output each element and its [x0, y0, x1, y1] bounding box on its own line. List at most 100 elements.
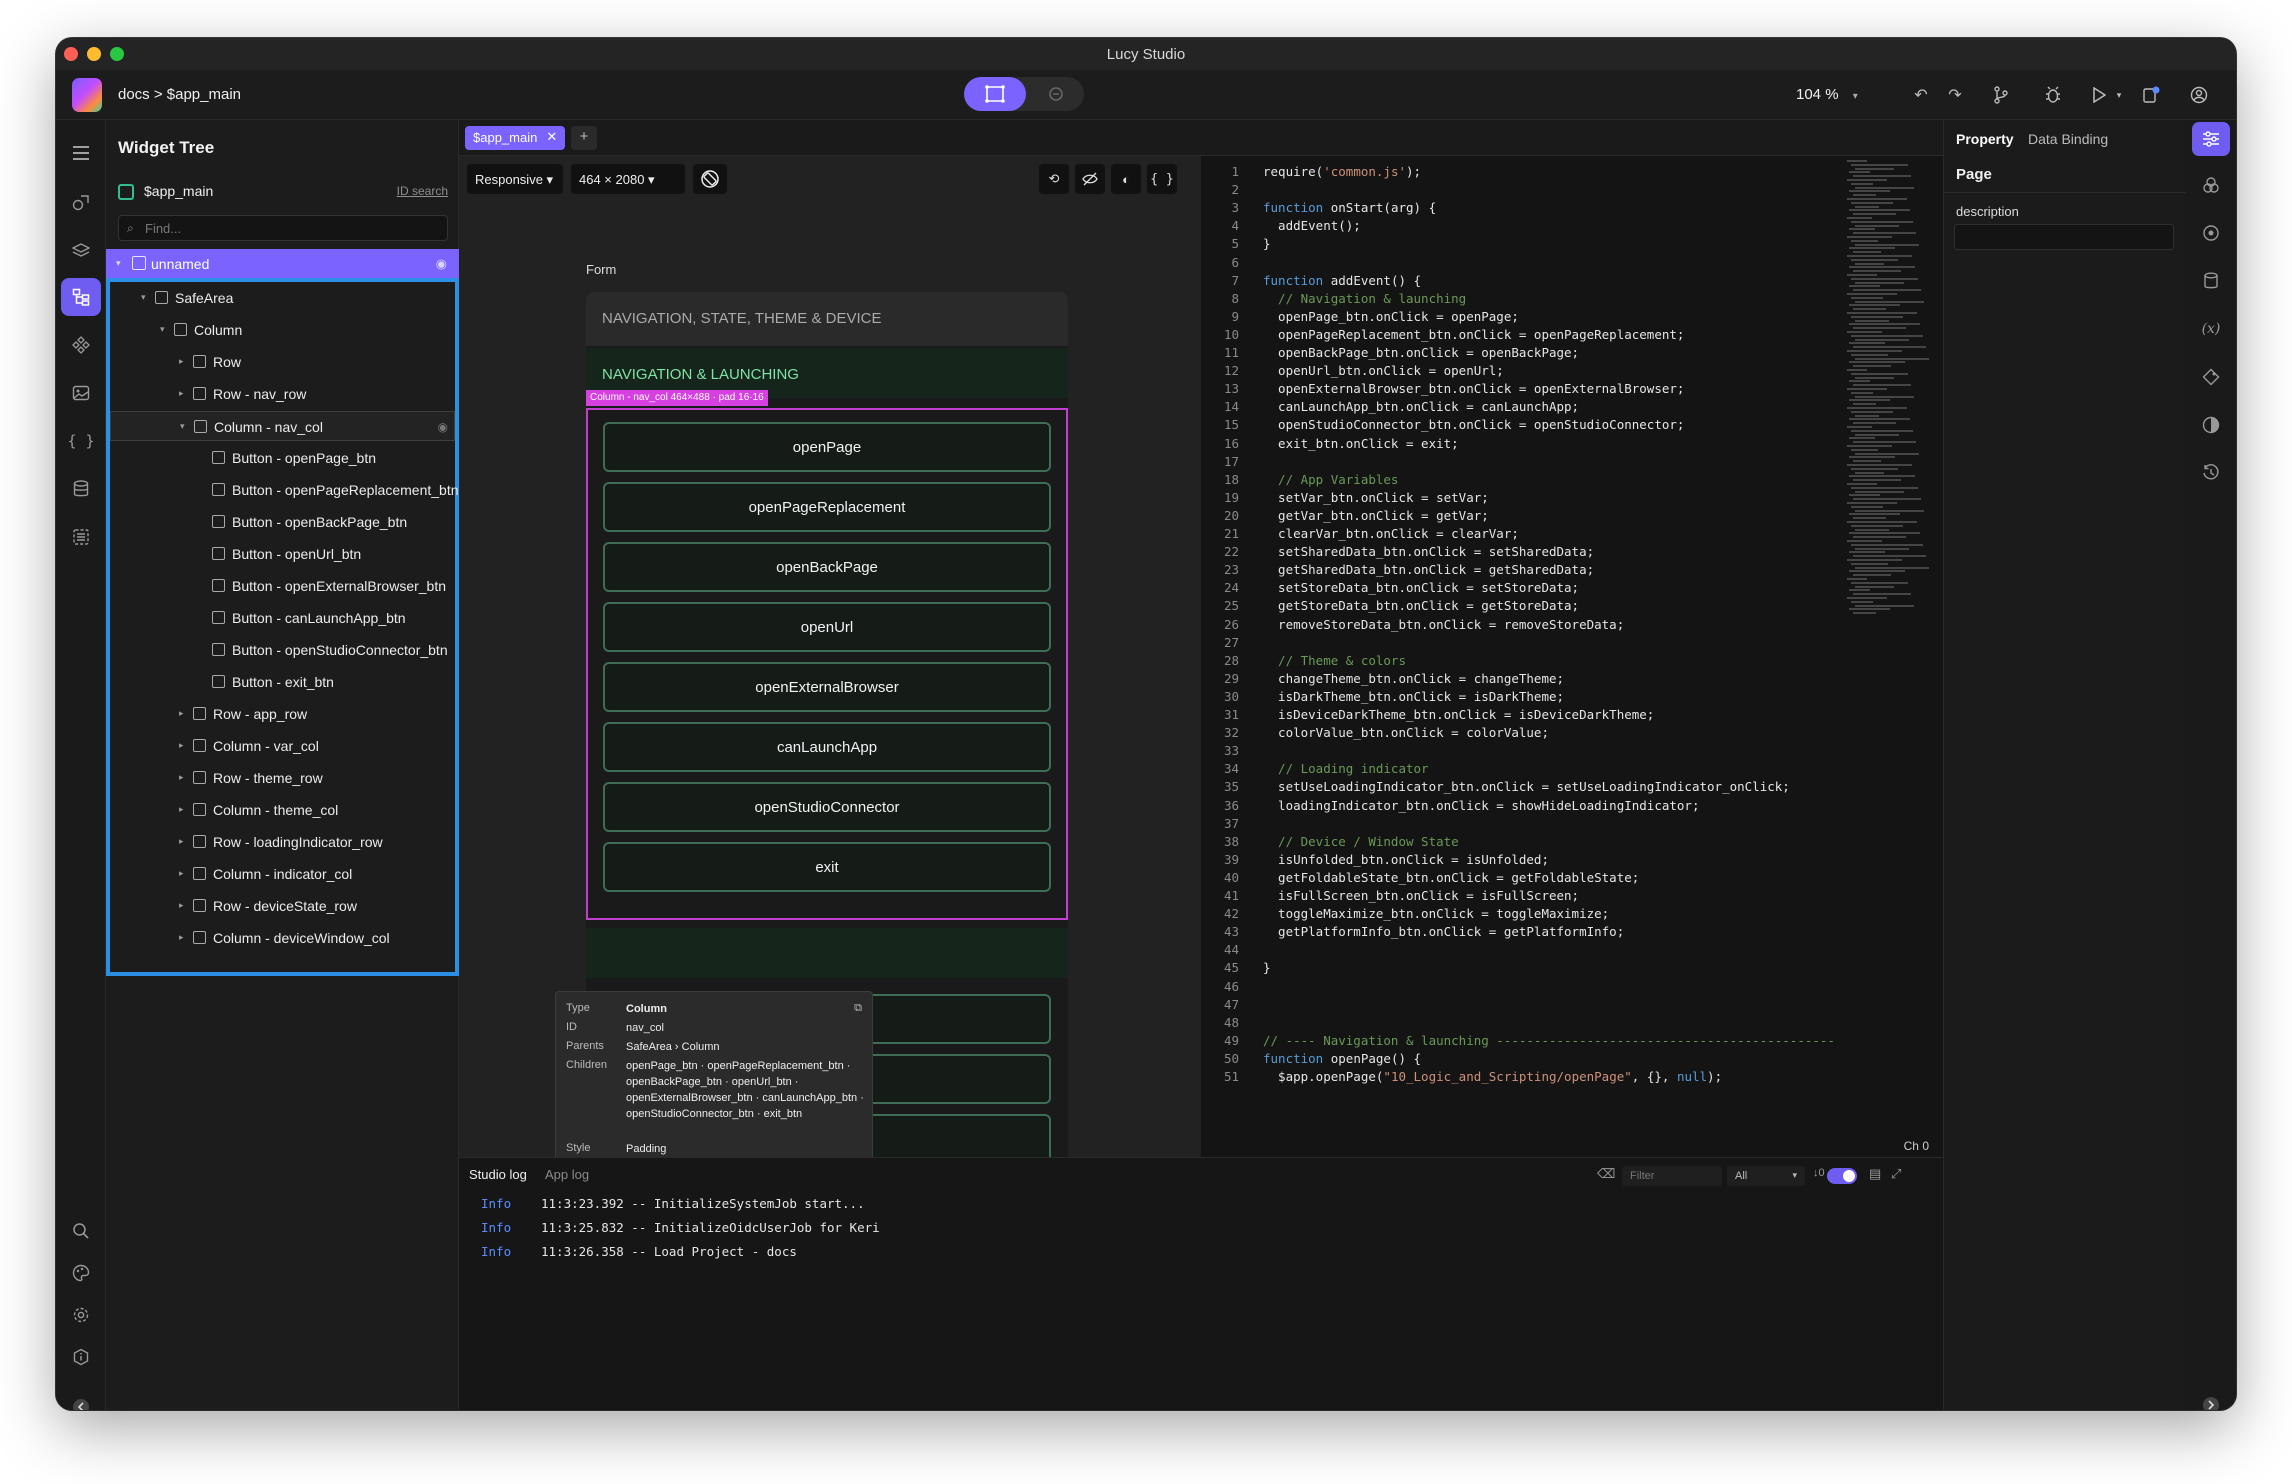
- autoscroll-toggle[interactable]: [1827, 1168, 1857, 1184]
- tree-root-row[interactable]: ▾ unnamed ◉: [106, 249, 459, 279]
- breadcrumb[interactable]: docs > $app_main: [118, 86, 241, 103]
- id-search-link[interactable]: ID search: [397, 184, 448, 198]
- preview-button[interactable]: exit: [603, 842, 1051, 892]
- zoom-select[interactable]: 104 % ▾: [1796, 86, 1858, 103]
- rotate-device-icon[interactable]: [693, 164, 727, 194]
- tab-data-binding[interactable]: Data Binding: [2028, 131, 2108, 147]
- caret-right-icon[interactable]: ▸: [179, 804, 184, 815]
- component-diamond-icon[interactable]: [2192, 360, 2230, 394]
- tree-item[interactable]: ▸ Row: [110, 347, 455, 377]
- device-connect-icon[interactable]: [2138, 82, 2164, 108]
- caret-right-icon[interactable]: ▸: [179, 708, 184, 719]
- widget-tree-icon[interactable]: [61, 278, 101, 316]
- caret-right-icon[interactable]: ▸: [179, 388, 184, 399]
- tree-item[interactable]: ▸ Row - nav_row: [110, 379, 455, 409]
- preview-button[interactable]: openPageReplacement: [603, 482, 1051, 532]
- tree-item[interactable]: ▸ Column - var_col: [110, 731, 455, 761]
- tab-app-main[interactable]: $app_main ✕: [465, 126, 566, 150]
- tree-item[interactable]: Button - exit_btn: [110, 667, 455, 697]
- settings-gear-icon[interactable]: [61, 1296, 101, 1334]
- mode-switch[interactable]: [964, 77, 1084, 111]
- hide-eye-icon[interactable]: [1075, 164, 1105, 194]
- tree-item[interactable]: Button - canLaunchApp_btn: [110, 603, 455, 633]
- tree-item[interactable]: ▾ SafeArea: [110, 283, 455, 313]
- properties-sliders-icon[interactable]: [2192, 122, 2230, 156]
- resolution-select[interactable]: 464 × 2080 ▾: [571, 164, 685, 194]
- variables-fx-icon[interactable]: (x): [2192, 312, 2230, 346]
- tree-item[interactable]: ▸ Column - indicator_col: [110, 859, 455, 889]
- data-source-database-icon[interactable]: [2192, 264, 2230, 298]
- tree-item[interactable]: ▸ Column - deviceWindow_col: [110, 923, 455, 953]
- log-level-select[interactable]: All ▾: [1727, 1166, 1805, 1186]
- tree-item[interactable]: ▸ Row - loadingIndicator_row: [110, 827, 455, 857]
- clear-log-eraser-icon[interactable]: ⌫: [1597, 1166, 1615, 1182]
- tree-item[interactable]: ▾ Column - nav_col ◉: [110, 411, 455, 441]
- collapse-left-icon[interactable]: [61, 1388, 101, 1410]
- preview-button[interactable]: openBackPage: [603, 542, 1051, 592]
- visibility-eye-icon[interactable]: ◉: [438, 420, 448, 434]
- close-tab-icon[interactable]: ✕: [546, 129, 557, 145]
- account-avatar-icon[interactable]: [2186, 82, 2212, 108]
- caret-right-icon[interactable]: ▸: [179, 836, 184, 847]
- tab-property[interactable]: Property: [1956, 131, 2014, 147]
- preview-button[interactable]: canLaunchApp: [603, 722, 1051, 772]
- description-input[interactable]: [1954, 224, 2174, 250]
- preview-button[interactable]: openUrl: [603, 602, 1051, 652]
- event-target-icon[interactable]: [2192, 216, 2230, 250]
- caret-down-icon[interactable]: ▾: [180, 421, 185, 432]
- preview-mode-button[interactable]: [1030, 77, 1082, 111]
- tree-item[interactable]: ▸ Row - app_row: [110, 699, 455, 729]
- caret-right-icon[interactable]: ▸: [179, 932, 184, 943]
- caret-right-icon[interactable]: ▸: [179, 900, 184, 911]
- layers-icon[interactable]: [61, 232, 101, 270]
- preview-button[interactable]: openExternalBrowser: [603, 662, 1051, 712]
- undo-icon[interactable]: ↶: [1908, 82, 1934, 108]
- caret-right-icon[interactable]: ▸: [179, 740, 184, 751]
- app-main-row[interactable]: $app_main ID search: [118, 180, 448, 204]
- code-view-icon[interactable]: { }: [1147, 164, 1177, 194]
- log-filter-input[interactable]: Filter: [1622, 1166, 1722, 1186]
- maximize-panel-icon[interactable]: ⤢: [1891, 1166, 1901, 1182]
- caret-down-icon[interactable]: ▾: [160, 324, 165, 335]
- preview-button[interactable]: openPage: [603, 422, 1051, 472]
- responsive-select[interactable]: Responsive ▾: [467, 164, 563, 194]
- design-mode-button[interactable]: [964, 77, 1026, 111]
- visibility-eye-icon[interactable]: ◉: [436, 256, 447, 272]
- git-branch-icon[interactable]: [1988, 82, 2014, 108]
- tree-item[interactable]: ▸ Column - theme_col: [110, 795, 455, 825]
- tree-item[interactable]: ▾ Column: [110, 315, 455, 345]
- collapse-right-icon[interactable]: [2192, 1388, 2230, 1410]
- code-minimap[interactable]: [1847, 160, 1937, 620]
- tree-item[interactable]: ▸ Row - theme_row: [110, 763, 455, 793]
- style-shapes-icon[interactable]: [2192, 168, 2230, 202]
- palette-icon[interactable]: [61, 1254, 101, 1292]
- redo-icon[interactable]: ↷: [1942, 82, 1968, 108]
- preview-button[interactable]: openStudioConnector: [603, 782, 1051, 832]
- image-assets-icon[interactable]: [61, 374, 101, 412]
- tree-item[interactable]: ▸ Row - deviceState_row: [110, 891, 455, 921]
- dock-panel-icon[interactable]: ▤: [1869, 1166, 1881, 1182]
- tree-item[interactable]: Button - openPageReplacement_btn: [110, 475, 459, 505]
- tree-item[interactable]: Button - openPage_btn: [110, 443, 455, 473]
- tree-item[interactable]: Button - openUrl_btn: [110, 539, 455, 569]
- tree-item[interactable]: Button - openStudioConnector_btn: [110, 635, 455, 665]
- database-icon[interactable]: [61, 470, 101, 508]
- menu-hamburger-icon[interactable]: [61, 134, 101, 172]
- history-clock-icon[interactable]: [2192, 456, 2230, 490]
- code-braces-icon[interactable]: { }: [61, 422, 101, 460]
- run-options-chevron-icon[interactable]: ▾: [2106, 82, 2132, 108]
- layout-toggle-icon[interactable]: ⟲: [1039, 164, 1069, 194]
- search-icon[interactable]: [61, 1212, 101, 1250]
- components-icon[interactable]: [61, 326, 101, 364]
- add-tab-button[interactable]: +: [571, 126, 597, 150]
- page-checkbox[interactable]: [118, 184, 134, 200]
- find-input[interactable]: ⌕ Find...: [118, 215, 448, 241]
- tree-item[interactable]: Button - openBackPage_btn: [110, 507, 455, 537]
- tab-app-log[interactable]: App log: [545, 1167, 589, 1182]
- shapes-icon[interactable]: [61, 184, 101, 222]
- caret-right-icon[interactable]: ▸: [179, 356, 184, 367]
- tree-item[interactable]: Button - openExternalBrowser_btn: [110, 571, 455, 601]
- api-list-icon[interactable]: [61, 518, 101, 556]
- code-editor[interactable]: 1 require('common.js'); 2 3 function onStart…: [1201, 156, 1943, 1157]
- caret-right-icon[interactable]: ▸: [179, 772, 184, 783]
